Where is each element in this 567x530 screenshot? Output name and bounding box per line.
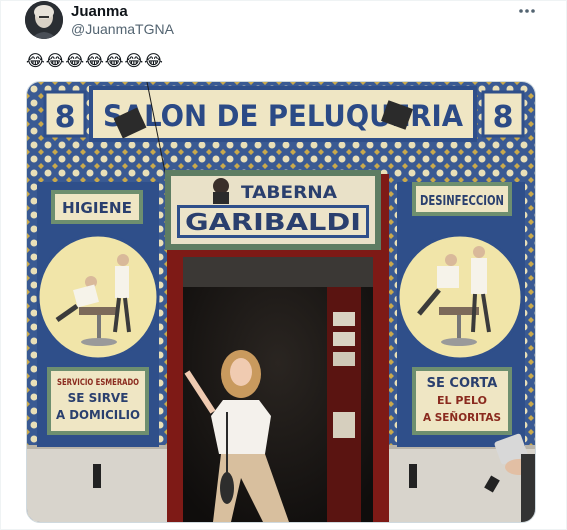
tweet-photo[interactable]: SALON DE PELUQUERIA 8 8 TABERNA GARIBALD… <box>26 81 536 523</box>
tweet-text: 😂😂😂😂😂😂😂 <box>26 51 164 70</box>
left-panel-line1: SERVICIO ESMERADO <box>57 378 139 388</box>
right-panel-line2: EL PELO <box>437 394 487 407</box>
center-sign-line2: GARIBALDI <box>185 210 361 236</box>
more-horizontal-icon[interactable] <box>515 3 539 19</box>
left-panel-line3: A DOMICILIO <box>56 408 140 422</box>
author-handle[interactable]: @JuanmaTGNA <box>71 20 174 38</box>
right-number: 8 <box>493 100 514 135</box>
right-panel-title: DESINFECCION <box>420 194 504 209</box>
storefront-photo: SALON DE PELUQUERIA 8 8 TABERNA GARIBALD… <box>27 82 535 522</box>
avatar[interactable] <box>25 1 63 39</box>
left-panel-title: HIGIENE <box>62 199 132 217</box>
right-panel-line1: SE CORTA <box>427 376 498 391</box>
left-panel-line2: SE SIRVE <box>68 391 129 405</box>
center-sign-line1: TABERNA <box>241 183 338 203</box>
tweet-card: Juanma @JuanmaTGNA 😂😂😂😂😂😂😂 SALON DE PELU… <box>0 0 567 530</box>
avatar-image <box>25 1 63 39</box>
author-name[interactable]: Juanma <box>71 3 128 21</box>
left-number: 8 <box>55 100 76 135</box>
right-panel-line3: A SEÑORITAS <box>423 411 501 424</box>
